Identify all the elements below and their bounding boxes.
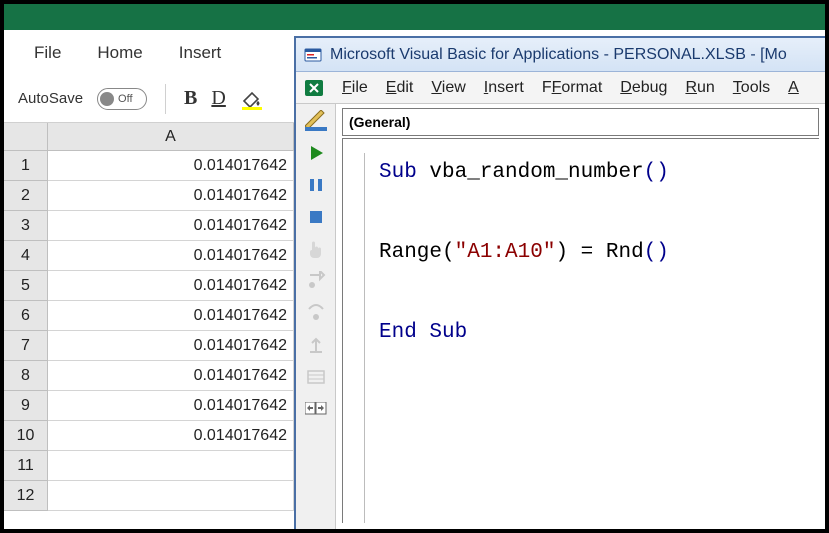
sheet-row: 70.014017642 — [4, 331, 294, 361]
run-icon[interactable] — [305, 142, 327, 164]
menu-insert[interactable]: Insert — [484, 79, 524, 97]
sheet-row: 80.014017642 — [4, 361, 294, 391]
menu-view[interactable]: View — [431, 79, 465, 97]
row-header[interactable]: 5 — [4, 271, 48, 301]
autosave-toggle[interactable]: Off — [97, 88, 147, 110]
menu-run[interactable]: Run — [685, 79, 714, 97]
fill-color-icon[interactable] — [240, 87, 266, 111]
row-header[interactable]: 2 — [4, 181, 48, 211]
cell[interactable]: 0.014017642 — [48, 331, 294, 361]
step-over-icon[interactable] — [305, 302, 327, 324]
code-pane[interactable]: Sub vba_random_number() Range("A1:A10") … — [342, 138, 819, 523]
cell[interactable]: 0.014017642 — [48, 211, 294, 241]
sheet-row: 10.014017642 — [4, 151, 294, 181]
sheet-row: 90.014017642 — [4, 391, 294, 421]
menu-debug[interactable]: Debug — [620, 79, 667, 97]
cell[interactable]: 0.014017642 — [48, 181, 294, 211]
row-header[interactable]: 7 — [4, 331, 48, 361]
sheet-row: 12 — [4, 481, 294, 511]
cell[interactable]: 0.014017642 — [48, 301, 294, 331]
watch-icon[interactable] — [305, 366, 327, 388]
excel-titlebar — [4, 4, 825, 30]
cell[interactable]: 0.014017642 — [48, 421, 294, 451]
tab-insert[interactable]: Insert — [179, 43, 222, 63]
cell[interactable]: 0.014017642 — [48, 151, 294, 181]
row-header[interactable]: 4 — [4, 241, 48, 271]
vbe-window: Microsoft Visual Basic for Applications … — [294, 36, 825, 529]
sheet-row: 40.014017642 — [4, 241, 294, 271]
sheet-row: 20.014017642 — [4, 181, 294, 211]
code-gutter — [347, 153, 365, 523]
vbe-titlebar[interactable]: Microsoft Visual Basic for Applications … — [296, 38, 825, 72]
row-header[interactable]: 9 — [4, 391, 48, 421]
menu-format[interactable]: FFormatormat — [542, 79, 602, 97]
cell[interactable]: 0.014017642 — [48, 271, 294, 301]
vbe-menubar: File Edit View Insert FFormatormat Debug… — [296, 72, 825, 104]
dropdown-value: (General) — [349, 114, 410, 130]
menu-addins[interactable]: A — [788, 79, 799, 97]
view-switch-icon[interactable] — [305, 398, 327, 420]
toggle-knob — [100, 92, 114, 106]
step-out-icon[interactable] — [305, 334, 327, 356]
cell[interactable]: 0.014017642 — [48, 361, 294, 391]
vbe-title-text: Microsoft Visual Basic for Applications … — [330, 46, 787, 64]
design-mode-icon[interactable] — [305, 110, 327, 132]
code-text[interactable]: Sub vba_random_number() Range("A1:A10") … — [365, 153, 669, 523]
cell[interactable] — [48, 481, 294, 511]
menu-tools[interactable]: Tools — [733, 79, 770, 97]
divider — [165, 84, 166, 114]
column-header-a[interactable]: A — [48, 123, 294, 151]
break-icon[interactable] — [305, 174, 327, 196]
row-header[interactable]: 1 — [4, 151, 48, 181]
row-header[interactable]: 3 — [4, 211, 48, 241]
cell[interactable]: 0.014017642 — [48, 391, 294, 421]
row-header[interactable]: 10 — [4, 421, 48, 451]
select-all-corner[interactable] — [4, 123, 48, 151]
tab-home[interactable]: Home — [97, 43, 142, 63]
bold-button[interactable]: B — [184, 87, 197, 110]
cell[interactable]: 0.014017642 — [48, 241, 294, 271]
menu-file[interactable]: File — [342, 79, 368, 97]
sheet-row: 100.014017642 — [4, 421, 294, 451]
sheet-row: 60.014017642 — [4, 301, 294, 331]
menu-edit[interactable]: Edit — [386, 79, 414, 97]
cell[interactable] — [48, 451, 294, 481]
autosave-label: AutoSave — [18, 90, 83, 107]
reset-icon[interactable] — [305, 206, 327, 228]
row-header[interactable]: 11 — [4, 451, 48, 481]
step-into-icon[interactable] — [305, 270, 327, 292]
hand-icon[interactable] — [305, 238, 327, 260]
sheet-row: 11 — [4, 451, 294, 481]
vbe-excel-icon[interactable] — [304, 78, 324, 98]
row-header[interactable]: 6 — [4, 301, 48, 331]
autosave-state: Off — [118, 93, 132, 105]
underline-button[interactable]: D — [211, 87, 225, 110]
procedure-dropdown[interactable]: (General) — [342, 108, 819, 136]
row-header[interactable]: 12 — [4, 481, 48, 511]
spreadsheet-grid[interactable]: A 10.01401764220.01401764230.01401764240… — [4, 123, 294, 529]
vbe-app-icon — [304, 46, 322, 64]
vbe-toolbox — [296, 104, 336, 529]
row-header[interactable]: 8 — [4, 361, 48, 391]
sheet-row: 50.014017642 — [4, 271, 294, 301]
sheet-row: 30.014017642 — [4, 211, 294, 241]
tab-file[interactable]: File — [34, 43, 61, 63]
